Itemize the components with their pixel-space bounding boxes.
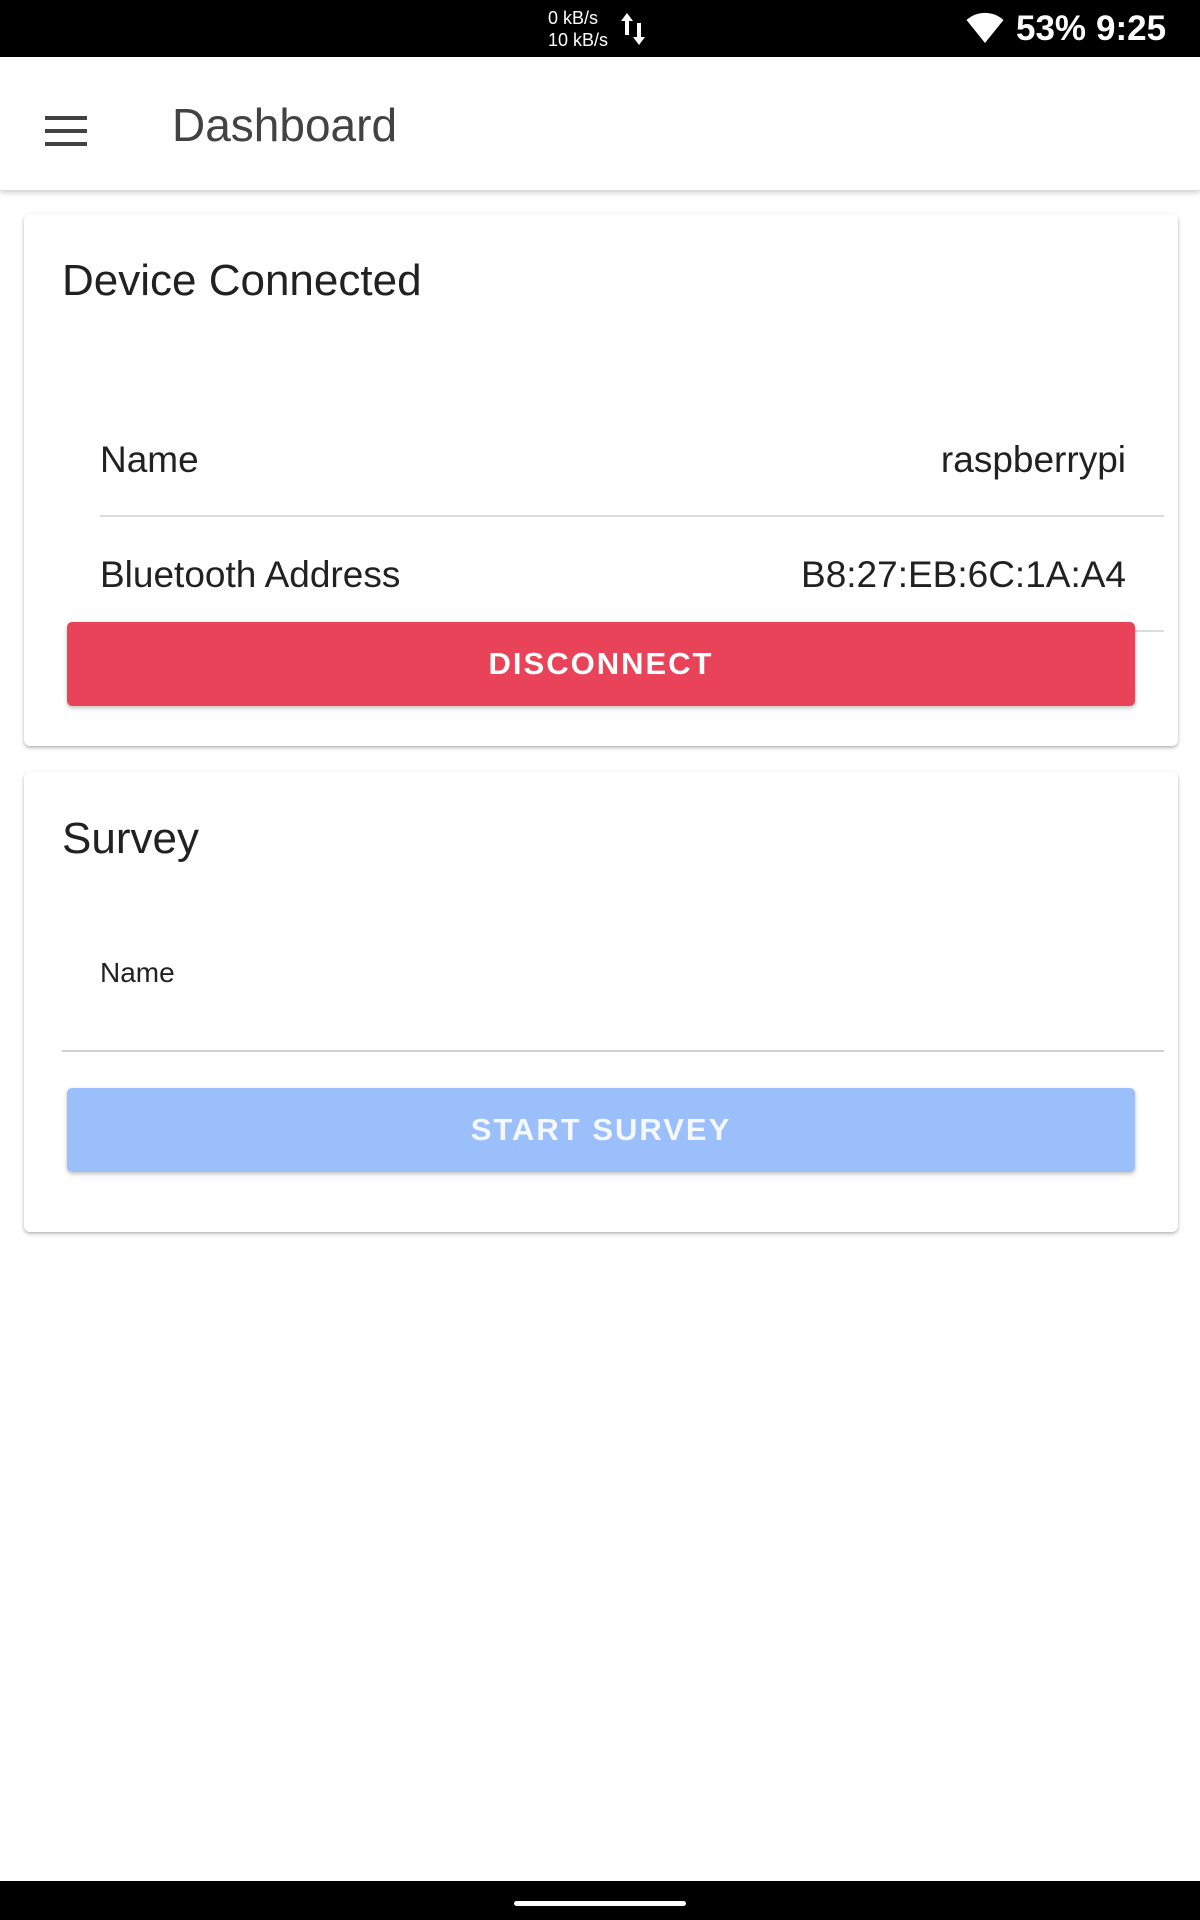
menu-button[interactable] — [30, 95, 102, 167]
battery-percentage: 53% — [1016, 9, 1087, 48]
survey-name-label: Name — [100, 957, 175, 988]
survey-card: Survey Name START SURVEY — [24, 772, 1178, 1232]
app-bar: Dashboard — [0, 57, 1200, 190]
navigation-bar — [0, 1881, 1200, 1920]
disconnect-button[interactable]: DISCONNECT — [67, 622, 1135, 706]
home-gesture-handle[interactable] — [514, 1901, 686, 1906]
device-name-row: Name raspberrypi — [100, 404, 1164, 517]
wifi-icon — [966, 12, 1004, 43]
device-name-label: Name — [100, 439, 199, 480]
data-arrows-icon — [621, 13, 645, 45]
bluetooth-address-value: B8:27:EB:6C:1A:A4 — [801, 554, 1126, 595]
status-bar: 0 kB/s 10 kB/s 53% 9:25 — [0, 0, 1200, 57]
clock: 9:25 — [1096, 9, 1167, 48]
device-connected-card: Device Connected Name raspberrypi Blueto… — [24, 214, 1178, 746]
bluetooth-address-row: Bluetooth Address B8:27:EB:6C:1A:A4 — [100, 519, 1164, 632]
survey-name-input[interactable] — [62, 996, 1164, 1052]
page-title: Dashboard — [172, 99, 398, 151]
device-name-value: raspberrypi — [940, 439, 1126, 480]
net-download-speed: 10 kB/s — [548, 30, 609, 50]
network-speed: 0 kB/s 10 kB/s — [548, 7, 608, 51]
device-card-title: Device Connected — [62, 256, 422, 305]
hamburger-menu-icon — [45, 116, 87, 146]
bluetooth-address-label: Bluetooth Address — [100, 554, 401, 595]
net-upload-speed: 0 kB/s — [548, 8, 599, 28]
start-survey-button[interactable]: START SURVEY — [67, 1088, 1135, 1172]
survey-card-title: Survey — [62, 814, 199, 863]
